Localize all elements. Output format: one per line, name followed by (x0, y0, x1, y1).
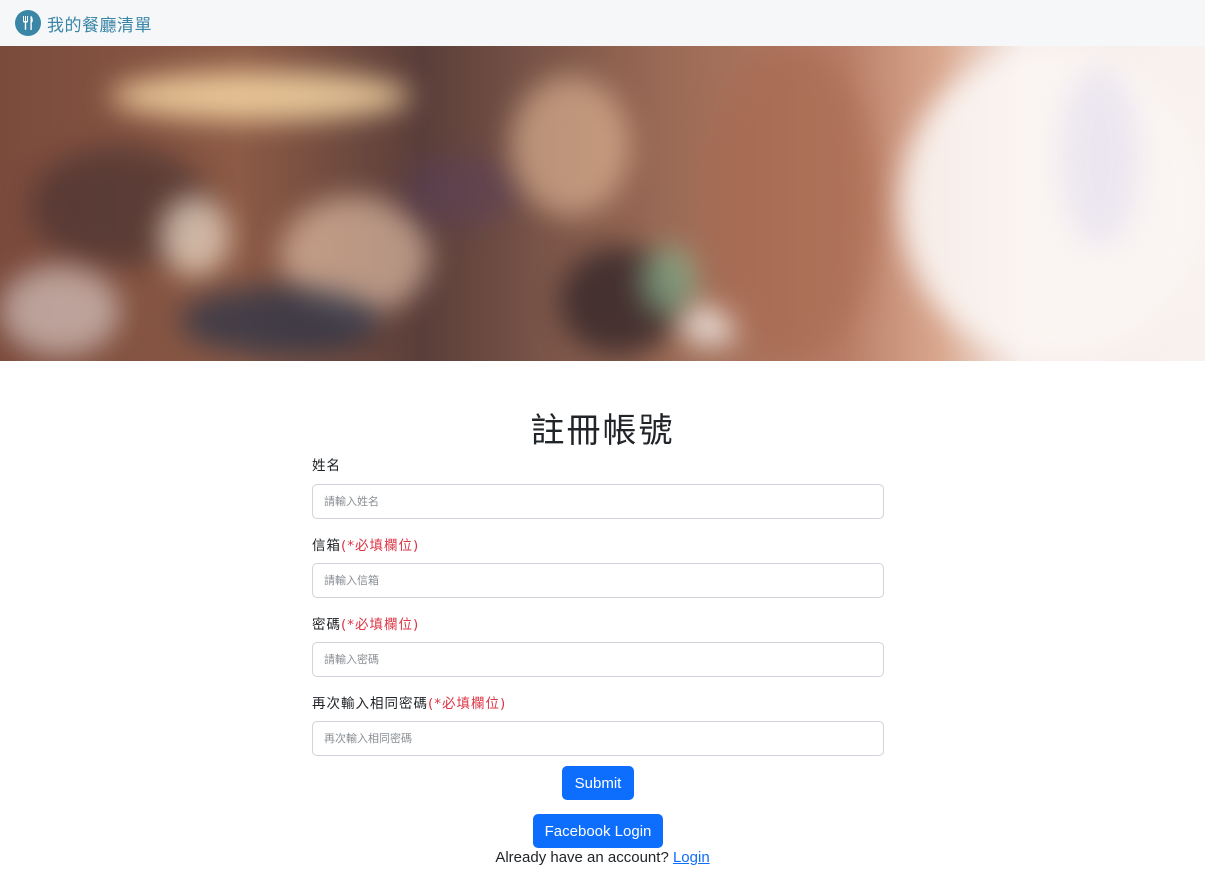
confirm-password-label: 再次輸入相同密碼(*必填欄位) (312, 696, 507, 712)
required-note: (*必填欄位) (341, 538, 420, 554)
utensils-icon (15, 10, 41, 36)
hero-banner-image (0, 46, 1205, 361)
login-prompt: Already have an account? Login (0, 849, 1205, 866)
navbar: 我的餐廳清單 (0, 0, 1205, 46)
register-form: 姓名 信箱(*必填欄位) 密碼(*必填欄位) 再次輸入相同密碼(*必填欄位) (312, 455, 884, 756)
password-label: 密碼(*必填欄位) (312, 617, 420, 633)
brand-title: 我的餐廳清單 (47, 15, 152, 36)
email-input[interactable] (312, 563, 884, 598)
required-note: (*必填欄位) (428, 696, 507, 712)
name-input[interactable] (312, 484, 884, 519)
password-input[interactable] (312, 642, 884, 677)
confirm-password-group: 再次輸入相同密碼(*必填欄位) (312, 693, 884, 756)
name-group: 姓名 (312, 455, 884, 519)
email-label: 信箱(*必填欄位) (312, 538, 420, 554)
brand-link[interactable]: 我的餐廳清單 (15, 10, 152, 36)
password-group: 密碼(*必填欄位) (312, 614, 884, 677)
facebook-login-button[interactable]: Facebook Login (533, 814, 663, 848)
login-prompt-text: Already have an account? (495, 849, 669, 866)
name-label: 姓名 (312, 458, 341, 474)
email-group: 信箱(*必填欄位) (312, 535, 884, 598)
submit-button[interactable]: Submit (562, 766, 634, 800)
login-link[interactable]: Login (673, 849, 710, 866)
confirm-password-input[interactable] (312, 721, 884, 756)
page-title: 註冊帳號 (530, 411, 675, 451)
required-note: (*必填欄位) (341, 617, 420, 633)
